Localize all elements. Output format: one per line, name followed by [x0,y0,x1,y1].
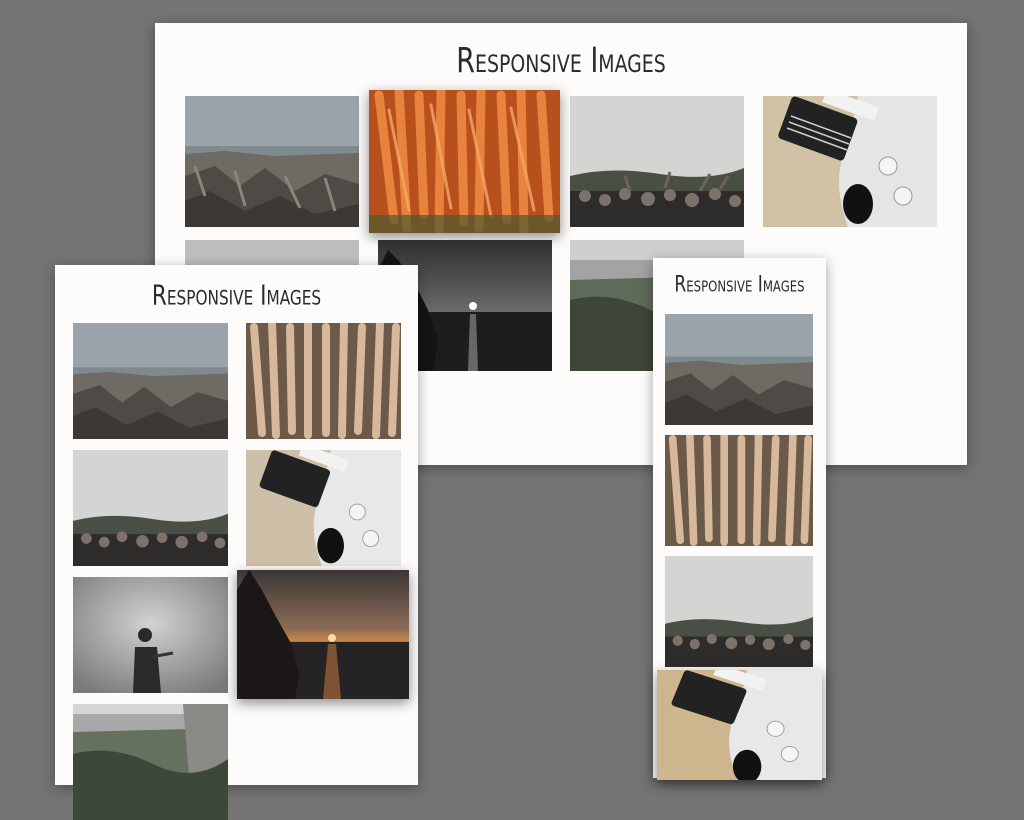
photo-carrots[interactable] [665,435,813,546]
photo-foggy-performer[interactable] [73,577,228,693]
photo-badlands[interactable] [665,314,813,425]
photo-concert-crowd[interactable] [570,96,744,227]
photo-carrots[interactable] [369,90,560,233]
page-title: Responsive Images [456,41,666,82]
tablet-window: Responsive Images [55,265,418,820]
photo-guitar[interactable] [657,670,822,780]
photo-concert-crowd[interactable] [73,450,228,566]
photo-carrots[interactable] [246,323,401,439]
photo-badlands[interactable] [185,96,359,227]
photo-badlands[interactable] [73,323,228,439]
photo-guitar[interactable] [763,96,937,227]
page-title: Responsive Images [674,272,805,298]
mobile-window: Responsive Images [653,258,826,780]
photo-sunset-lake[interactable] [237,570,409,699]
photo-river-valley-cliffs[interactable] [73,704,228,820]
photo-guitar[interactable] [246,450,401,566]
photo-concert-crowd[interactable] [665,556,813,667]
page-title: Responsive Images [151,279,322,312]
